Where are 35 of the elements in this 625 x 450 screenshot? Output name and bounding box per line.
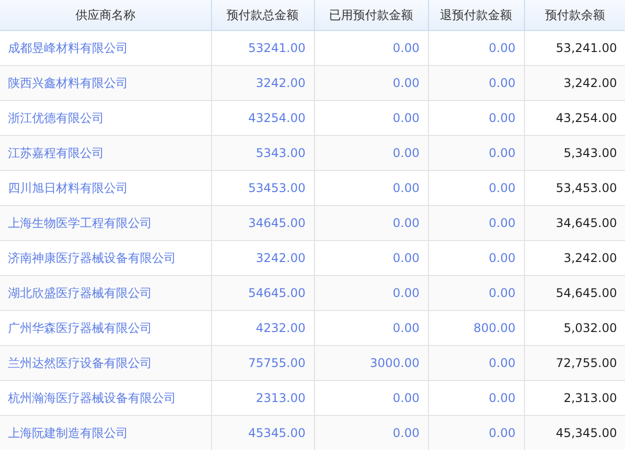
refund-amount: 0.00 (428, 136, 524, 170)
total-amount: 3242.00 (211, 66, 314, 100)
used-amount: 0.00 (314, 66, 428, 100)
supplier-name: 上海阮建制造有限公司 (0, 416, 211, 450)
refund-amount: 0.00 (428, 206, 524, 240)
balance-amount: 45,345.00 (524, 416, 625, 450)
refund-amount: 0.00 (428, 66, 524, 100)
total-amount: 34645.00 (211, 206, 314, 240)
total-amount: 75755.00 (211, 346, 314, 380)
supplier-name: 江苏嘉程有限公司 (0, 136, 211, 170)
refund-amount: 0.00 (428, 276, 524, 310)
used-amount: 0.00 (314, 136, 428, 170)
used-amount: 0.00 (314, 206, 428, 240)
supplier-name: 湖北欣盛医疗器械有限公司 (0, 276, 211, 310)
total-amount: 45345.00 (211, 416, 314, 450)
column-header: 供应商名称 (0, 0, 211, 30)
balance-amount: 34,645.00 (524, 206, 625, 240)
column-header: 已用预付款金额 (314, 0, 428, 30)
used-amount: 0.00 (314, 276, 428, 310)
supplier-name: 上海生物医学工程有限公司 (0, 206, 211, 240)
balance-amount: 72,755.00 (524, 346, 625, 380)
column-header: 预付款总金额 (211, 0, 314, 30)
supplier-name: 兰州达然医疗设备有限公司 (0, 346, 211, 380)
total-amount: 54645.00 (211, 276, 314, 310)
balance-amount: 54,645.00 (524, 276, 625, 310)
used-amount: 3000.00 (314, 346, 428, 380)
total-amount: 5343.00 (211, 136, 314, 170)
balance-amount: 3,242.00 (524, 66, 625, 100)
supplier-name: 陕西兴鑫材料有限公司 (0, 66, 211, 100)
refund-amount: 0.00 (428, 346, 524, 380)
used-amount: 0.00 (314, 416, 428, 450)
refund-amount: 0.00 (428, 416, 524, 450)
balance-amount: 5,343.00 (524, 136, 625, 170)
column-header: 退预付款金额 (428, 0, 524, 30)
column-header: 预付款余额 (524, 0, 625, 30)
